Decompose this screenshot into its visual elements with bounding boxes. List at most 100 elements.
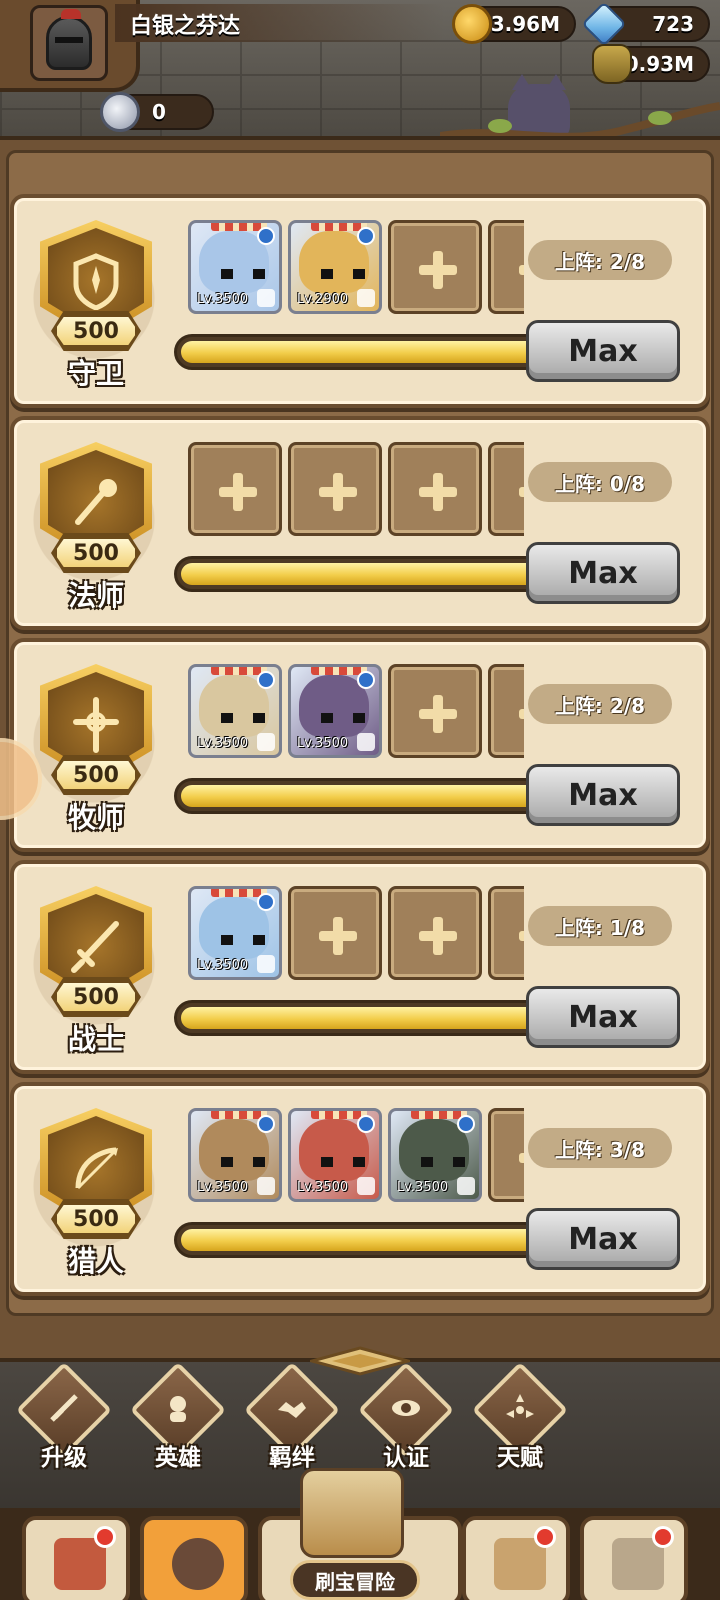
eye-icon bbox=[392, 1400, 420, 1416]
certification-button[interactable]: 认证 bbox=[357, 1361, 455, 1471]
hero-slot[interactable]: Lv.3500 bbox=[188, 220, 282, 314]
empty-slot[interactable] bbox=[488, 886, 524, 980]
notification-dot bbox=[94, 1526, 116, 1548]
player-avatar[interactable] bbox=[30, 5, 108, 81]
role-icon bbox=[357, 733, 375, 751]
hero-level: Lv.3500 bbox=[397, 1180, 449, 1195]
empty-slot[interactable] bbox=[288, 886, 382, 980]
talent-button[interactable]: 天赋 bbox=[471, 1361, 569, 1471]
empty-slot[interactable] bbox=[288, 442, 382, 536]
bond-label: 羁绊 bbox=[269, 1445, 315, 1471]
class-cost: 500 bbox=[54, 314, 138, 348]
level-progress-bar bbox=[174, 778, 554, 814]
class-cost: 500 bbox=[54, 758, 138, 792]
empty-slot[interactable] bbox=[388, 664, 482, 758]
hero-slot[interactable]: Lv.3500 bbox=[388, 1108, 482, 1202]
deploy-count: 上阵: 3/8 bbox=[528, 1128, 672, 1168]
gem-amount: 723 bbox=[652, 12, 694, 36]
bow-icon bbox=[75, 1147, 118, 1190]
hero-slots: Lv.3500 bbox=[174, 884, 524, 984]
class-name: 牧师 bbox=[67, 801, 124, 834]
plus-icon bbox=[519, 251, 524, 289]
element-icon bbox=[257, 1115, 275, 1133]
plus-icon bbox=[519, 473, 524, 511]
role-icon bbox=[457, 1177, 475, 1195]
empty-slot[interactable] bbox=[188, 442, 282, 536]
empty-slot[interactable] bbox=[388, 220, 482, 314]
plus-icon bbox=[519, 1139, 524, 1177]
max-button[interactable]: Max bbox=[526, 320, 680, 382]
empty-slot[interactable] bbox=[388, 442, 482, 536]
deploy-count: 上阵: 1/8 bbox=[528, 906, 672, 946]
upgrade-button[interactable]: 升级 bbox=[15, 1361, 113, 1471]
hero-level: Lv.3500 bbox=[197, 1180, 249, 1195]
tab-shop[interactable] bbox=[22, 1516, 130, 1600]
level-progress-bar bbox=[174, 334, 554, 370]
hero-slot[interactable]: Lv.3500 bbox=[288, 1108, 382, 1202]
plus-icon bbox=[319, 917, 357, 955]
level-progress-bar bbox=[174, 556, 554, 592]
hero-slot[interactable]: Lv.3500 bbox=[188, 1108, 282, 1202]
max-button[interactable]: Max bbox=[526, 1208, 680, 1270]
hero-slot[interactable]: Lv.2900 bbox=[288, 220, 382, 314]
class-name: 守卫 bbox=[67, 357, 124, 390]
staff-icon bbox=[75, 479, 117, 525]
tab-forge[interactable] bbox=[580, 1516, 688, 1600]
gem-counter[interactable]: 723 bbox=[581, 1, 710, 47]
empty-slot[interactable] bbox=[488, 664, 524, 758]
class-card: 500 猎人 Lv.3500 Lv.3500 Lv.3500 上阵: 3/8 M… bbox=[10, 1082, 710, 1296]
max-button[interactable]: Max bbox=[526, 986, 680, 1048]
silver-counter[interactable]: 0 bbox=[100, 92, 214, 132]
element-icon bbox=[457, 1115, 475, 1133]
adventure-label[interactable]: 刷宝冒险 bbox=[290, 1560, 420, 1600]
hero-slot[interactable]: Lv.3500 bbox=[188, 886, 282, 980]
empty-slot[interactable] bbox=[388, 886, 482, 980]
plus-icon bbox=[419, 917, 457, 955]
notification-dot bbox=[534, 1526, 556, 1548]
class-name: 战士 bbox=[67, 1023, 124, 1056]
class-card: 500 牧师 Lv.3500 Lv.3500 上阵: 2/8 Max bbox=[10, 638, 710, 852]
role-icon bbox=[257, 1177, 275, 1195]
plus-icon bbox=[519, 695, 524, 733]
deploy-count: 上阵: 2/8 bbox=[528, 684, 672, 724]
class-name: 法师 bbox=[67, 579, 124, 612]
cross-icon bbox=[73, 697, 119, 753]
hero-level: Lv.3500 bbox=[197, 292, 249, 307]
tab-heroes[interactable] bbox=[140, 1516, 248, 1600]
class-name: 猎人 bbox=[67, 1245, 124, 1278]
role-icon bbox=[357, 289, 375, 307]
max-button[interactable]: Max bbox=[526, 764, 680, 826]
sword-icon bbox=[50, 1394, 78, 1422]
element-icon bbox=[357, 1115, 375, 1133]
bond-button[interactable]: 羁绊 bbox=[243, 1361, 341, 1471]
class-card: 500 战士 Lv.3500 上阵: 1/8 Max bbox=[10, 860, 710, 1074]
level-progress-bar bbox=[174, 1222, 554, 1258]
tab-backpack[interactable] bbox=[462, 1516, 570, 1600]
hero-level: Lv.3500 bbox=[197, 958, 249, 973]
upgrade-label: 升级 bbox=[41, 1445, 87, 1471]
hero-slots bbox=[174, 440, 524, 540]
element-icon bbox=[257, 893, 275, 911]
max-button[interactable]: Max bbox=[526, 542, 680, 604]
deploy-count: 上阵: 2/8 bbox=[528, 240, 672, 280]
game-screen: 白银之芬达 43.96M 723 50.93M 0 500 守卫 Lv.3500… bbox=[0, 0, 720, 1600]
talent-arrows-icon bbox=[506, 1394, 534, 1418]
role-icon bbox=[257, 733, 275, 751]
element-icon bbox=[257, 671, 275, 689]
plus-icon bbox=[219, 473, 257, 511]
plus-icon bbox=[419, 473, 457, 511]
shield-icon bbox=[73, 253, 119, 310]
potion-counter[interactable]: 50.93M bbox=[592, 44, 710, 84]
silver-amount: 0 bbox=[152, 100, 166, 124]
hero-slot[interactable]: Lv.3500 bbox=[188, 664, 282, 758]
heroes-label: 英雄 bbox=[155, 1445, 201, 1471]
heroes-button[interactable]: 英雄 bbox=[129, 1361, 227, 1471]
hero-level: Lv.3500 bbox=[297, 1180, 349, 1195]
hero-slot[interactable]: Lv.3500 bbox=[288, 664, 382, 758]
empty-slot[interactable] bbox=[488, 1108, 524, 1202]
empty-slot[interactable] bbox=[488, 220, 524, 314]
knight-helmet-icon bbox=[46, 9, 92, 70]
gold-counter[interactable]: 43.96M bbox=[452, 4, 576, 44]
hero-slots: Lv.3500 Lv.3500 bbox=[174, 662, 524, 762]
empty-slot[interactable] bbox=[488, 442, 524, 536]
